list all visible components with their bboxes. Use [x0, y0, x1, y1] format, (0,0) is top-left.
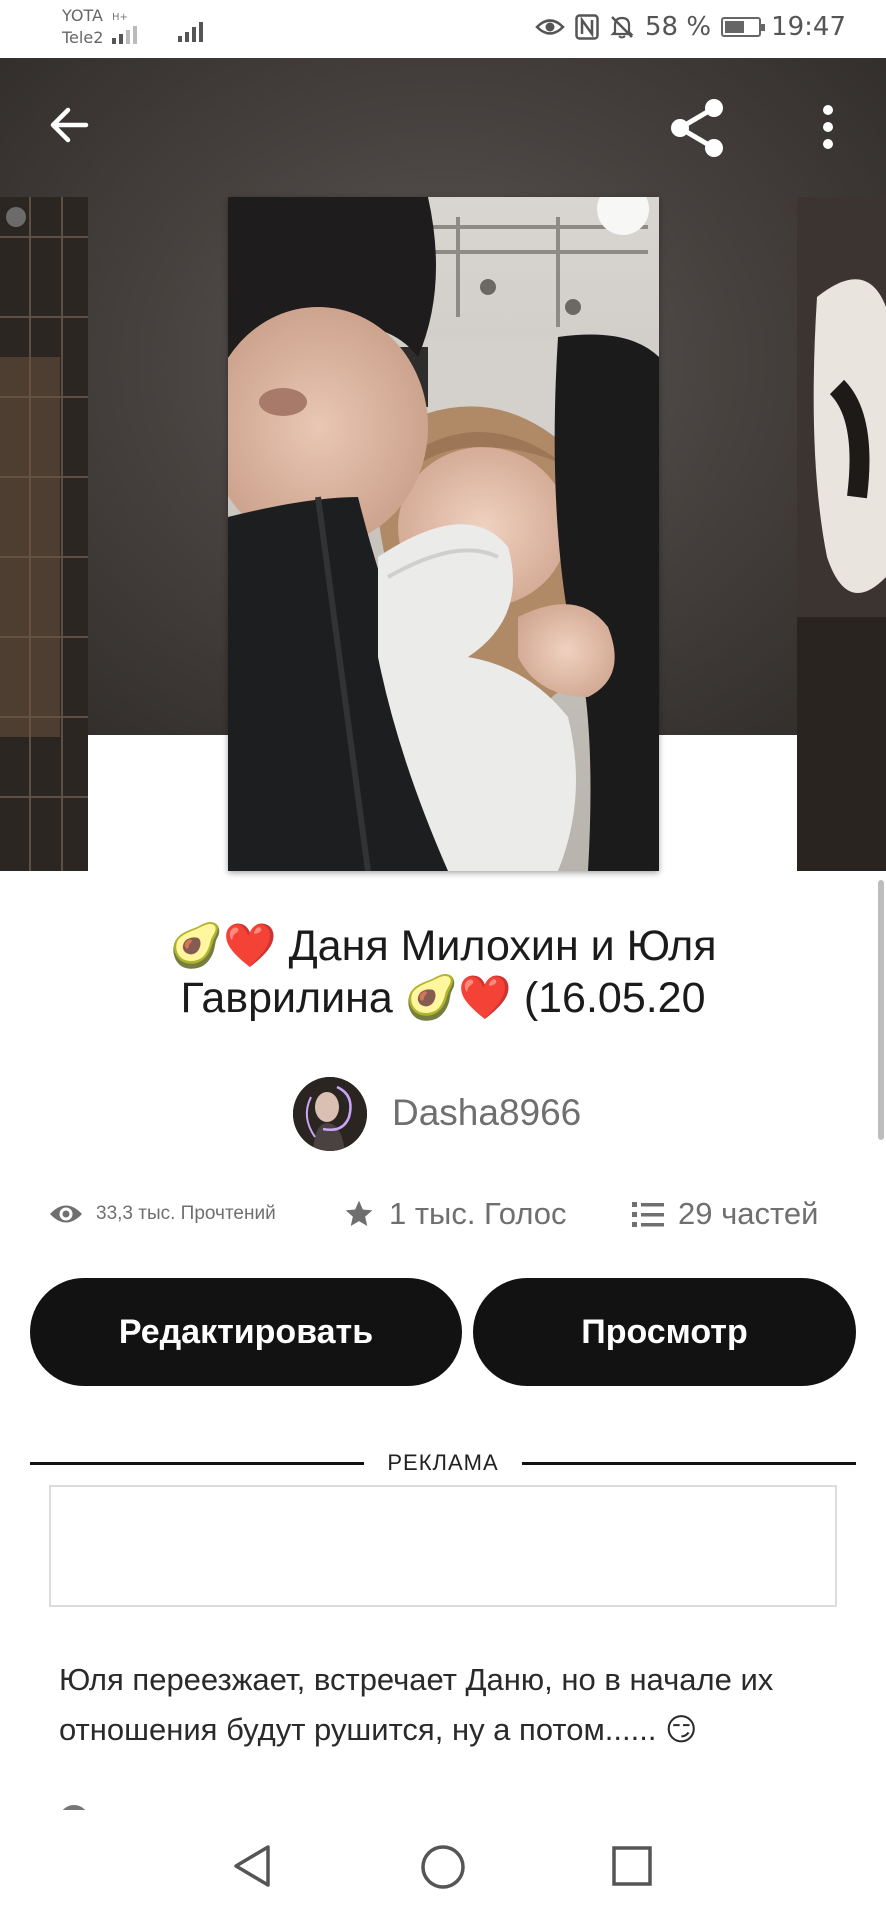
carrier-1: YOTA: [62, 6, 103, 25]
back-button[interactable]: [44, 100, 94, 155]
nav-recents-button[interactable]: [612, 1846, 652, 1891]
title-line-2: Гаврилина: [180, 974, 393, 1022]
signal-bars-icon: [112, 26, 137, 44]
nfc-icon: [575, 14, 599, 40]
status-icons: 58 % 19:47: [535, 12, 846, 42]
author-name[interactable]: Dasha8966: [392, 1092, 581, 1134]
battery-fill: [725, 21, 744, 33]
list-icon: [632, 1202, 664, 1227]
bell-off-icon: [610, 16, 634, 39]
signal-bars-2-icon: [178, 22, 203, 42]
share-icon: [671, 99, 723, 157]
avatar-image: [293, 1077, 367, 1151]
parts-stat: 29 частей: [632, 1196, 818, 1232]
share-button[interactable]: [666, 96, 730, 165]
ad-slot[interactable]: [49, 1485, 837, 1607]
scrollbar[interactable]: [878, 880, 884, 1140]
reads-count: 33,3 тыс. Прочтений: [96, 1203, 276, 1224]
arrow-left-icon: [50, 107, 89, 143]
story-title: 🥑❤️ Даня Милохин и Юля Гаврилина 🥑❤️ (16…: [60, 920, 826, 1024]
nav-home-button[interactable]: [420, 1844, 466, 1895]
title-emoji-2: 🥑❤️: [404, 973, 512, 1023]
eye-icon: [50, 1205, 82, 1223]
next-story-cover[interactable]: [797, 197, 886, 871]
star-icon: [345, 1200, 373, 1226]
carrier-info: YOTA Tele2: [62, 6, 103, 50]
previous-story-cover[interactable]: [0, 197, 88, 871]
view-button[interactable]: Просмотр: [473, 1278, 856, 1386]
reads-stat: 33,3 тыс. Прочтений: [48, 1200, 276, 1228]
title-suffix: (16.05.20: [523, 974, 706, 1022]
ad-divider-left: [30, 1462, 364, 1465]
title-line-1: Даня Милохин и Юля: [288, 922, 717, 970]
story-description: Юля переезжает, встречает Даню, но в нач…: [59, 1662, 774, 1747]
clock: 19:47: [771, 12, 846, 42]
more-options-button[interactable]: [816, 104, 840, 155]
votes-count: 1 тыс. Голос: [389, 1196, 567, 1231]
parts-count: 29 частей: [678, 1196, 819, 1231]
network-type: H+: [112, 12, 128, 23]
ad-label: РЕКЛАМА: [387, 1450, 499, 1475]
square-recents-icon: [612, 1846, 652, 1886]
ad-divider-right: [522, 1462, 856, 1465]
edit-button[interactable]: Редактировать: [30, 1278, 462, 1386]
story-title-line-2: Гаврилина 🥑❤️ (16.05.20: [60, 972, 826, 1024]
nav-back-button[interactable]: [232, 1844, 272, 1893]
eye-icon: [535, 19, 565, 35]
cover-photo: [228, 197, 659, 871]
carrier-2: Tele2: [62, 28, 104, 47]
more-vertical-icon: [823, 105, 833, 149]
story-title-line-1: 🥑❤️ Даня Милохин и Юля: [60, 920, 826, 972]
previous-cover-art: [0, 197, 88, 871]
system-nav-bar: [0, 1810, 886, 1920]
title-emoji-1: 🥑❤️: [169, 921, 277, 971]
circle-home-icon: [421, 1845, 465, 1889]
story-cover-image[interactable]: [228, 197, 659, 871]
story-stats: 33,3 тыс. Прочтений 1 тыс. Голос 29 част…: [0, 1196, 886, 1244]
battery-icon: [721, 17, 766, 37]
votes-stat: 1 тыс. Голос: [343, 1196, 567, 1232]
next-cover-art: [797, 197, 886, 871]
status-bar: YOTA Tele2 H+ 58 % 19:47: [0, 0, 886, 58]
author-avatar[interactable]: [293, 1077, 367, 1151]
triangle-back-icon: [234, 1845, 270, 1887]
battery-percent: 58 %: [645, 12, 712, 42]
